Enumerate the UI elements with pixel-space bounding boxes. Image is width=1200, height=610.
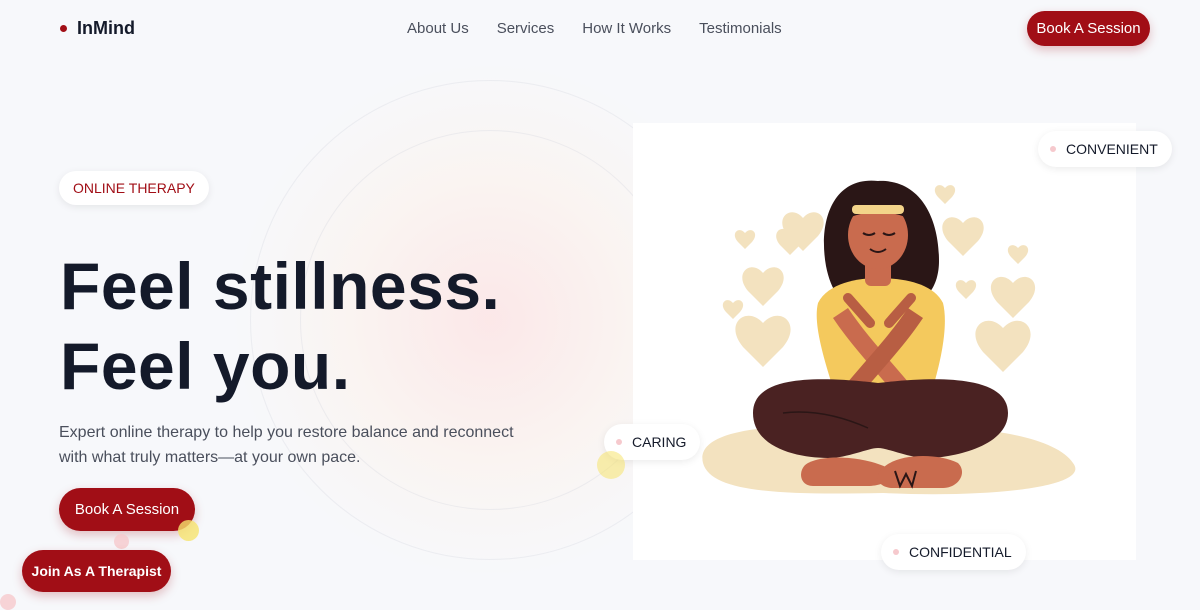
chip-dot-icon [1050,146,1056,152]
hero-title: Feel stillness. Feel you. [60,246,500,406]
hero-illustration [633,123,1136,560]
nav-link-about-us[interactable]: About Us [407,20,469,37]
brand-logo[interactable]: InMind [60,18,135,39]
logo-dot-icon [60,25,67,32]
decor-yellow-dot [597,451,625,479]
hero-title-line-2: Feel you. [60,329,351,403]
hero-book-session-button[interactable]: Book A Session [59,488,195,531]
hero-subtitle-line-2: with what truly matters—at your own pace… [59,449,361,466]
chip-dot-icon [893,549,899,555]
confidential-chip: CONFIDENTIAL [881,534,1026,570]
decor-yellow-dot [178,520,199,541]
brand-name: InMind [77,18,135,38]
join-as-therapist-button[interactable]: Join As A Therapist [22,550,171,592]
nav-book-session-button[interactable]: Book A Session [1027,11,1150,46]
hero-subtitle-line-1: Expert online therapy to help you restor… [59,424,514,441]
online-therapy-badge: ONLINE THERAPY [59,171,209,205]
nav-link-services[interactable]: Services [497,20,555,37]
hero-title-line-1: Feel stillness. [60,249,501,323]
meditating-woman-illustration [702,180,1076,495]
hero-subtitle: Expert online therapy to help you restor… [59,420,529,470]
confidential-chip-label: CONFIDENTIAL [909,544,1012,560]
decor-pink-dot [0,594,16,610]
convenient-chip: CONVENIENT [1038,131,1172,167]
nav-link-how-it-works[interactable]: How It Works [582,20,671,37]
caring-chip-label: CARING [632,434,687,450]
top-navbar: InMind About Us Services How It Works Te… [0,0,1200,58]
convenient-chip-label: CONVENIENT [1066,141,1158,157]
chip-dot-icon [616,439,622,445]
decor-pink-dot [114,534,129,549]
nav-links: About Us Services How It Works Testimoni… [407,20,810,37]
nav-link-testimonials[interactable]: Testimonials [699,20,782,37]
